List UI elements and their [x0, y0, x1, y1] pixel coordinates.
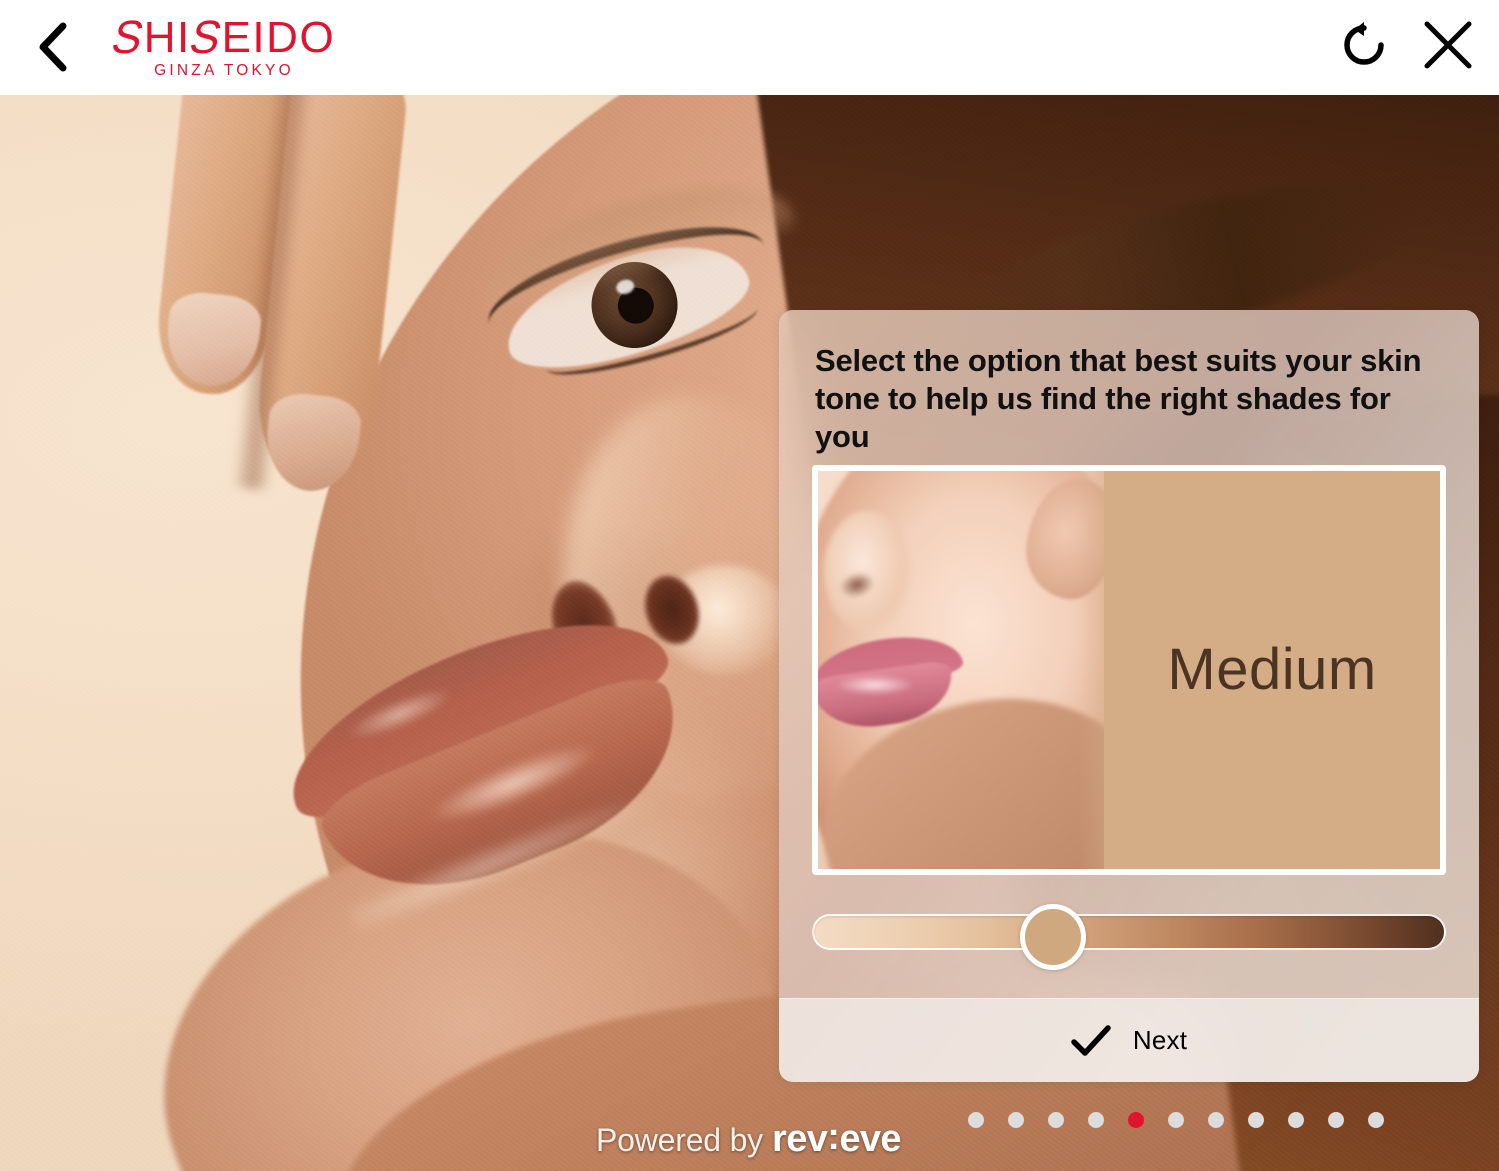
panel-prompt-text: Select the option that best suits your s… — [815, 343, 1422, 454]
revieve-part2: eve — [839, 1118, 901, 1160]
revieve-part1: rev — [772, 1118, 828, 1160]
step-dot[interactable] — [1048, 1112, 1064, 1128]
brand-letter: I — [252, 13, 267, 62]
skin-tone-panel: Select the option that best suits your s… — [779, 310, 1479, 1082]
next-button-label: Next — [1132, 1025, 1188, 1055]
back-button[interactable] — [22, 16, 84, 78]
chevron-left-icon — [39, 22, 67, 72]
skin-tone-slider[interactable] — [812, 904, 1446, 970]
check-icon — [1071, 1024, 1111, 1056]
step-dot[interactable] — [1248, 1112, 1264, 1128]
step-dot[interactable] — [1008, 1112, 1024, 1128]
skin-tone-selection-screen: SHISEIDO GINZA TOKYO Select the option t… — [0, 0, 1499, 1171]
photo-fingernail-two — [261, 390, 364, 496]
tone-preview-model-photo — [818, 471, 1105, 869]
shiseido-logo: SHISEIDO GINZA TOKYO — [104, 12, 344, 80]
close-icon — [1424, 21, 1472, 69]
slider-thumb[interactable] — [1019, 904, 1086, 970]
revieve-colon: : — [827, 1116, 840, 1158]
tone-color-swatch: Medium — [1104, 471, 1440, 869]
restart-button[interactable] — [1331, 12, 1397, 78]
powered-by-label: Powered by — [596, 1122, 763, 1158]
step-dot[interactable] — [1288, 1112, 1304, 1128]
step-dot[interactable] — [968, 1112, 984, 1128]
step-dot[interactable] — [1168, 1112, 1184, 1128]
brand-name: SHISEIDO — [104, 12, 344, 64]
close-button[interactable] — [1415, 12, 1481, 78]
step-dot[interactable] — [1328, 1112, 1344, 1128]
brand-letter: D — [266, 13, 300, 62]
step-dot[interactable] — [1088, 1112, 1104, 1128]
step-dot[interactable] — [1368, 1112, 1384, 1128]
photo-hand — [114, 95, 526, 592]
brand-letter: H — [143, 13, 177, 62]
step-dot[interactable] — [1208, 1112, 1224, 1128]
slider-track[interactable] — [812, 914, 1446, 950]
header-actions — [1331, 12, 1481, 78]
preview-nose — [824, 511, 910, 631]
rotate-ccw-icon — [1344, 22, 1384, 65]
app-header: SHISEIDO GINZA TOKYO — [0, 0, 1499, 95]
tone-preview-card[interactable]: Medium — [812, 465, 1446, 875]
step-dot[interactable] — [1128, 1112, 1144, 1128]
preview-lip-gloss — [836, 675, 914, 695]
brand-tagline: GINZA TOKYO — [154, 62, 294, 79]
tone-label: Medium — [1167, 637, 1377, 702]
powered-by-revieve: Powered by rev:eve — [596, 1116, 902, 1161]
brand-letter: O — [299, 13, 336, 62]
revieve-wordmark: rev:eve — [772, 1116, 902, 1161]
step-progress-dots — [968, 1112, 1384, 1128]
next-button[interactable]: Next — [779, 998, 1479, 1082]
